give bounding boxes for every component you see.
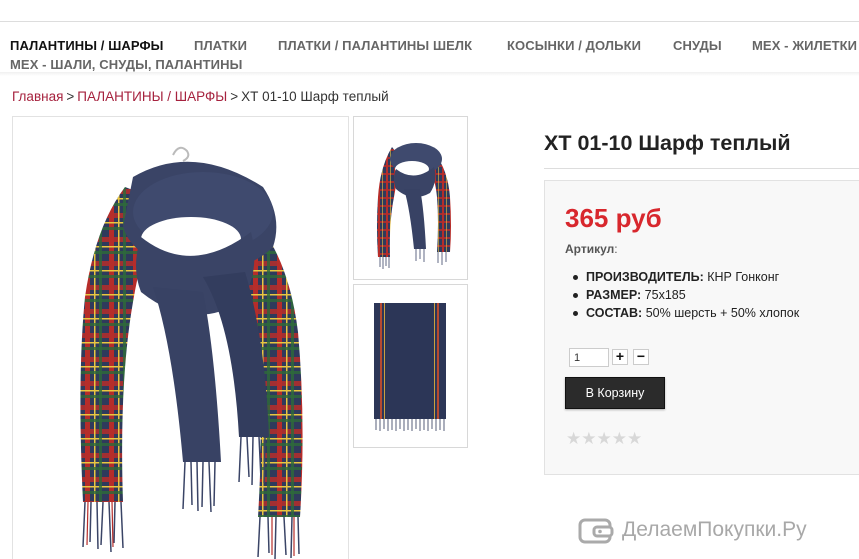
quantity-plus-button[interactable]: + (612, 349, 628, 365)
property-name: СОСТАВ: (586, 306, 643, 320)
category-nav: ПАЛАНТИНЫ / ШАРФЫ ПЛАТКИ ПЛАТКИ / ПАЛАНТ… (0, 30, 859, 72)
title-divider (544, 168, 859, 169)
nav-item-platki-shelk[interactable]: ПЛАТКИ / ПАЛАНТИНЫ ШЕЛК (278, 38, 472, 53)
star-icon[interactable]: ★ (612, 429, 627, 448)
nav-item-snudy[interactable]: СНУДЫ (673, 38, 722, 53)
watermark-text: ДелаемПокупки.Ру (622, 518, 807, 541)
property-item: СОСТАВ: 50% шерсть + 50% хлопок (573, 304, 799, 322)
quantity-minus-button[interactable]: − (633, 349, 649, 365)
product-main-image[interactable] (12, 116, 349, 559)
star-icon[interactable]: ★ (581, 429, 596, 448)
nav-item-palantiny-sharfy[interactable]: ПАЛАНТИНЫ / ШАРФЫ (10, 38, 164, 53)
product-sku: Артикул: (565, 242, 618, 256)
scarf-image (80, 146, 303, 559)
breadcrumb-separator: > (230, 89, 239, 104)
sku-label: Артикул (565, 242, 615, 256)
product-title: ХТ 01-10 Шарф теплый (544, 131, 791, 155)
quantity-input[interactable] (569, 348, 609, 367)
add-to-cart-button[interactable]: В Корзину (565, 377, 665, 409)
nav-shadow (0, 72, 859, 76)
star-icon[interactable]: ★ (627, 429, 642, 448)
product-thumbnail-2[interactable] (353, 284, 468, 448)
rating-stars[interactable]: ★★★★★ (566, 429, 642, 449)
sku-suffix: : (614, 242, 618, 256)
property-name: ПРОИЗВОДИТЕЛЬ: (586, 270, 704, 284)
breadcrumb-current: ХТ 01-10 Шарф теплый (241, 89, 389, 104)
product-price: 365 руб (565, 203, 662, 233)
breadcrumb-separator: > (66, 89, 75, 104)
property-item: РАЗМЕР: 75х185 (573, 286, 799, 304)
star-icon[interactable]: ★ (566, 429, 581, 448)
property-item: ПРОИЗВОДИТЕЛЬ: КНР Гонконг (573, 268, 799, 286)
product-properties: ПРОИЗВОДИТЕЛЬ: КНР Гонконг РАЗМЕР: 75х18… (573, 268, 799, 322)
nav-item-meh-zhiletki[interactable]: МЕХ - ЖИЛЕТКИ (752, 38, 857, 53)
breadcrumb-category-link[interactable]: ПАЛАНТИНЫ / ШАРФЫ (77, 89, 227, 104)
top-divider (0, 21, 859, 22)
property-value: КНР Гонконг (707, 270, 780, 284)
breadcrumb-home-link[interactable]: Главная (12, 89, 63, 104)
nav-item-meh-shali[interactable]: МЕХ - ШАЛИ, СНУДЫ, ПАЛАНТИНЫ (10, 57, 242, 72)
star-icon[interactable]: ★ (597, 429, 612, 448)
property-value: 50% шерсть + 50% хлопок (645, 306, 800, 320)
scarf-thumbnail-image (377, 143, 451, 269)
product-info-panel: 365 руб Артикул: ПРОИЗВОДИТЕЛЬ: КНР Гонк… (544, 180, 859, 475)
breadcrumb: Главная > ПАЛАНТИНЫ / ШАРФЫ > ХТ 01-10 Шарф … (12, 89, 389, 104)
nav-item-kosynki[interactable]: КОСЫНКИ / ДОЛЬКИ (507, 38, 641, 53)
property-name: РАЗМЕР: (586, 288, 642, 302)
scarf-flat-thumbnail-image (374, 303, 446, 431)
property-value: 75х185 (644, 288, 686, 302)
nav-item-platki[interactable]: ПЛАТКИ (194, 38, 247, 53)
wallet-icon (578, 518, 614, 544)
product-thumbnail-1[interactable] (353, 116, 468, 280)
